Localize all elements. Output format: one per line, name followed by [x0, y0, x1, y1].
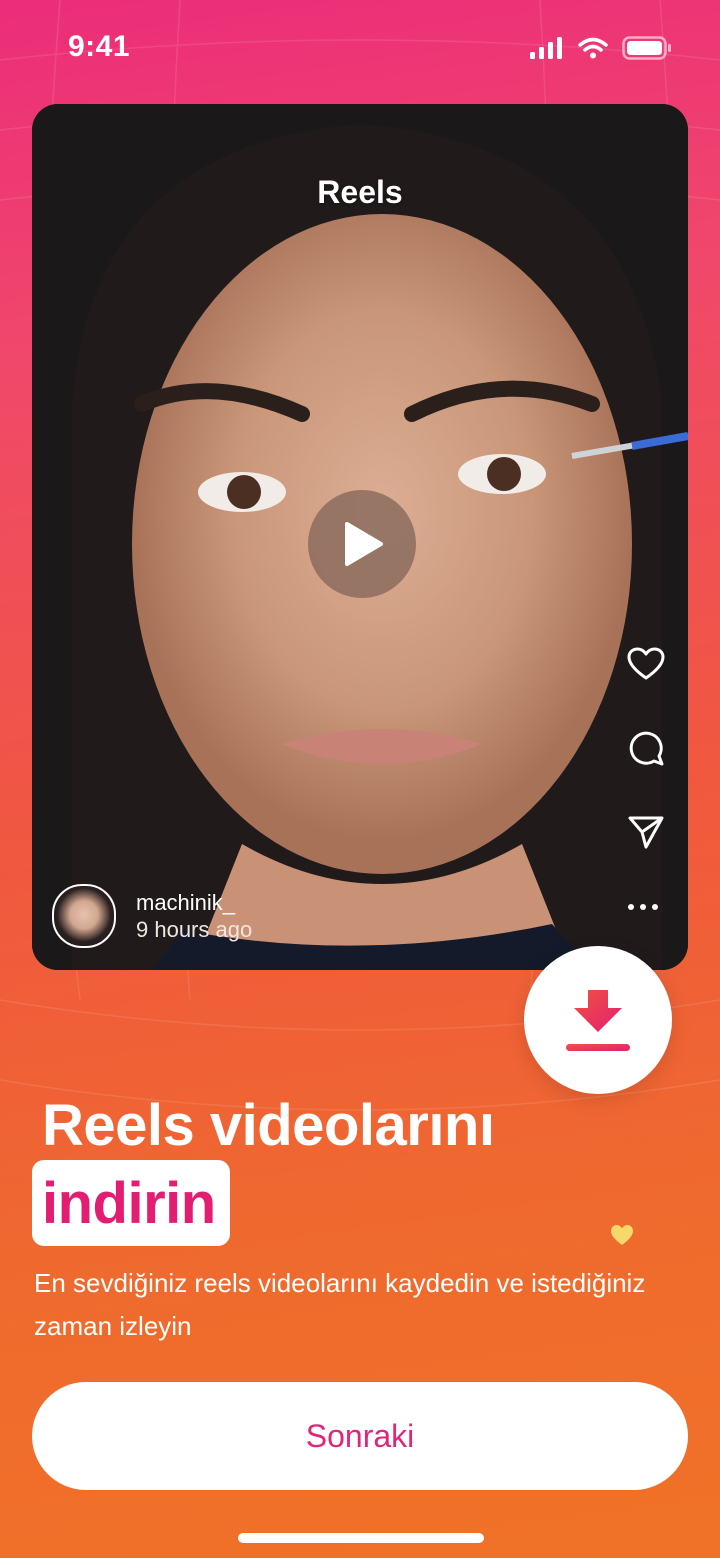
home-indicator[interactable]	[238, 1533, 484, 1543]
share-button[interactable]	[626, 812, 666, 852]
wifi-icon	[578, 37, 608, 59]
comment-button[interactable]	[626, 728, 666, 768]
heart-icon	[627, 647, 665, 680]
status-time: 9:41	[68, 30, 131, 63]
author-username: machinik_	[136, 889, 236, 915]
reel-preview-card[interactable]: Reels machinik_ 9 hours ago	[32, 104, 688, 970]
download-icon	[566, 990, 630, 1051]
headline-highlight: indirin	[32, 1160, 230, 1246]
comment-icon	[629, 731, 664, 766]
more-options-icon[interactable]	[628, 902, 658, 912]
reel-title: Reels	[317, 174, 403, 210]
subtitle: En sevdiğiniz reels videolarını kaydedin…	[34, 1268, 646, 1341]
reel-side-actions	[626, 644, 666, 852]
avatar	[52, 884, 116, 948]
play-button[interactable]	[308, 490, 416, 598]
headline: Reels videolarını	[42, 1093, 495, 1158]
status-icons	[530, 36, 672, 60]
send-icon	[628, 816, 664, 849]
download-button[interactable]	[524, 946, 672, 1094]
post-time: 9 hours ago	[136, 917, 253, 942]
signal-icon	[530, 37, 562, 59]
play-icon	[345, 522, 383, 566]
headline-highlight-text: indirin	[42, 1170, 216, 1236]
reel-author[interactable]: machinik_ 9 hours ago	[52, 884, 252, 948]
like-button[interactable]	[626, 644, 666, 684]
status-bar: 9:41	[0, 0, 720, 96]
heart-decoration-icon	[611, 1225, 633, 1245]
next-button[interactable]: Sonraki	[32, 1382, 688, 1490]
battery-icon	[622, 36, 671, 60]
